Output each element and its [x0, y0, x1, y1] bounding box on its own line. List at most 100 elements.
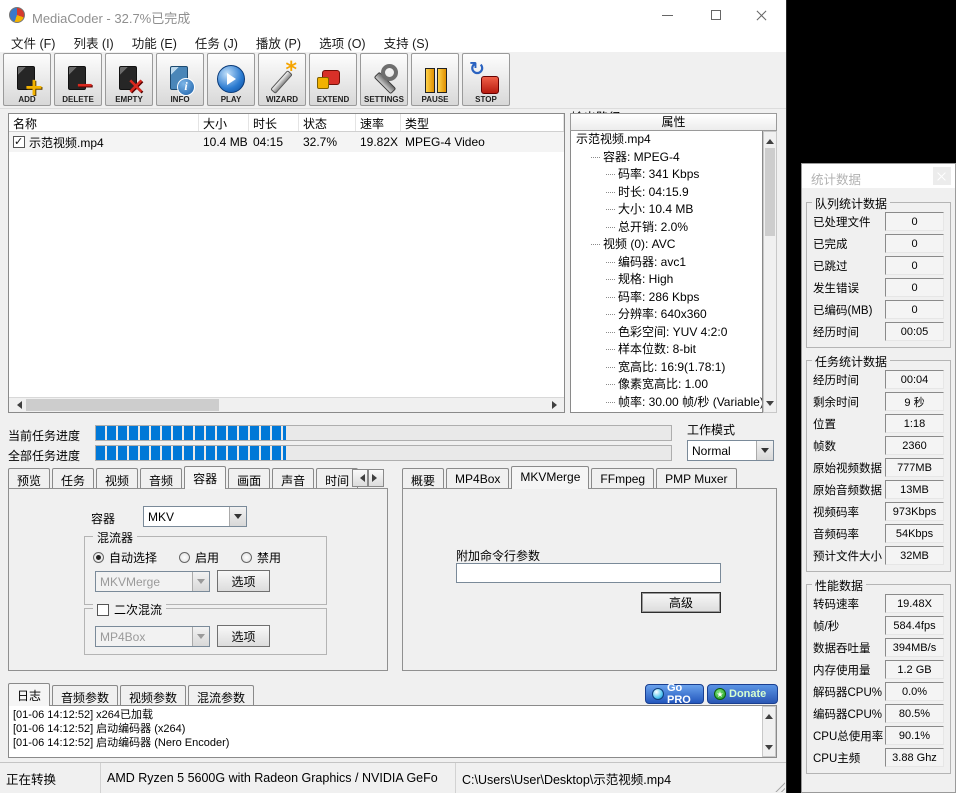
property-tree-item[interactable]: 视频 (0): AVC	[571, 236, 762, 254]
chevron-down-icon[interactable]	[192, 627, 209, 646]
scroll-right-button[interactable]	[548, 398, 564, 412]
remux-options-button[interactable]: 选项	[217, 625, 270, 647]
container-format-select[interactable]: MKV	[143, 506, 247, 527]
scrollbar-thumb[interactable]	[765, 148, 775, 236]
menu-item-4[interactable]: 任务 (J)	[186, 30, 247, 52]
log-tab-4[interactable]: 混流参数	[188, 685, 254, 706]
column-header-2[interactable]: 大小	[199, 114, 249, 131]
toolbar-button-extend[interactable]: EXTEND	[309, 53, 357, 106]
muxer-tab-3[interactable]: MKVMerge	[511, 466, 589, 489]
column-header-4[interactable]: 状态	[299, 114, 356, 131]
remux-select[interactable]: MP4Box	[95, 626, 210, 647]
scroll-down-button[interactable]	[764, 398, 776, 412]
chevron-down-icon[interactable]	[192, 572, 209, 591]
status-state: 正在转换	[0, 763, 100, 793]
property-tree-item[interactable]: 色彩空间: YUV 4:2:0	[571, 324, 762, 342]
menu-item-1[interactable]: 文件 (F)	[2, 30, 64, 52]
chevron-down-icon[interactable]	[229, 507, 246, 526]
chevron-down-icon[interactable]	[756, 441, 773, 460]
settings-tab-5[interactable]: 容器	[184, 466, 226, 489]
tabs-scroll-right-button[interactable]	[368, 469, 384, 487]
remux-checkbox[interactable]	[97, 604, 109, 616]
toolbar-button-add[interactable]: ADD	[3, 53, 51, 106]
statistics-titlebar[interactable]: 统计数据	[802, 164, 955, 188]
menu-item-7[interactable]: 支持 (S)	[375, 30, 438, 52]
vertical-scrollbar[interactable]	[763, 131, 777, 413]
menu-item-6[interactable]: 选项 (O)	[310, 30, 375, 52]
toolbar-button-info[interactable]: INFO	[156, 53, 204, 106]
stat-value: 394MB/s	[885, 638, 944, 657]
column-header-5[interactable]: 速率	[356, 114, 401, 131]
stat-label: 原始视频数据	[813, 460, 882, 476]
table-row[interactable]: 示范视频.mp410.4 MB04:1532.7%19.82XMPEG-4 Vi…	[9, 132, 564, 152]
log-panel[interactable]: [01-06 14:12:52] x264已加载[01-06 14:12:52]…	[8, 705, 777, 758]
property-tree-item[interactable]: 宽高比: 16:9(1.78:1)	[571, 359, 762, 377]
toolbar-button-pause[interactable]: PAUSE	[411, 53, 459, 106]
muxer-mode-radio-3[interactable]: 禁用	[241, 549, 281, 566]
minimize-button[interactable]	[649, 0, 685, 30]
log-tab-2[interactable]: 音频参数	[52, 685, 118, 706]
settings-tab-7[interactable]: 声音	[272, 468, 314, 489]
property-tree-item[interactable]: 分辨率: 640x360	[571, 306, 762, 324]
go-pro-button[interactable]: Go PRO	[645, 684, 704, 704]
property-tree-item[interactable]: 大小: 10.4 MB	[571, 201, 762, 219]
extra-params-input[interactable]	[456, 563, 721, 583]
file-checkbox[interactable]	[13, 136, 25, 148]
property-tree-item[interactable]: 时长: 04:15.9	[571, 184, 762, 202]
toolbar-button-stop[interactable]: STOP	[462, 53, 510, 106]
menu-item-3[interactable]: 功能 (E)	[123, 30, 186, 52]
titlebar[interactable]: MediaCoder - 32.7%已完成	[0, 0, 786, 30]
donate-button[interactable]: ★ Donate	[707, 684, 778, 704]
muxer-tab-5[interactable]: PMP Muxer	[656, 468, 736, 489]
close-button[interactable]	[933, 167, 951, 185]
muxer-tab-4[interactable]: FFmpeg	[591, 468, 654, 489]
property-tree-item[interactable]: 码率: 341 Kbps	[571, 166, 762, 184]
scroll-up-button[interactable]	[763, 707, 775, 721]
muxer-mode-radio-1[interactable]: 自动选择	[93, 549, 157, 566]
settings-tab-1[interactable]: 预览	[8, 468, 50, 489]
property-tree-item[interactable]: 示范视频.mp4	[571, 131, 762, 149]
toolbar-button-play[interactable]: PLAY	[207, 53, 255, 106]
column-header-6[interactable]: 类型	[401, 114, 564, 131]
settings-tab-4[interactable]: 音频	[140, 468, 182, 489]
scrollbar-thumb[interactable]	[26, 399, 219, 411]
toolbar-button-delete[interactable]: DELETE	[54, 53, 102, 106]
settings-tab-6[interactable]: 画面	[228, 468, 270, 489]
muxer-tab-1[interactable]: 概要	[402, 468, 444, 489]
menu-item-5[interactable]: 播放 (P)	[247, 30, 310, 52]
muxer-tab-2[interactable]: MP4Box	[446, 468, 509, 489]
muxer-mode-radio-2[interactable]: 启用	[179, 549, 219, 566]
property-tree-item[interactable]: 扫描: Progressive	[571, 411, 762, 413]
log-tab-3[interactable]: 视频参数	[120, 685, 186, 706]
close-button[interactable]	[744, 0, 780, 30]
property-tree-item[interactable]: 编码器: avc1	[571, 254, 762, 272]
horizontal-scrollbar[interactable]	[9, 397, 564, 412]
column-header-1[interactable]: 名称	[9, 114, 199, 131]
column-header-3[interactable]: 时长	[249, 114, 299, 131]
toolbar-button-label: EXTEND	[317, 95, 349, 104]
property-tree-item[interactable]: 码率: 286 Kbps	[571, 289, 762, 307]
property-tree-item[interactable]: 像素宽高比: 1.00	[571, 376, 762, 394]
property-tree-item[interactable]: 帧率: 30.00 帧/秒 (Variable)	[571, 394, 762, 412]
property-tree-item[interactable]: 规格: High	[571, 271, 762, 289]
scroll-left-button[interactable]	[9, 398, 25, 412]
property-tree-item[interactable]: 样本位数: 8-bit	[571, 341, 762, 359]
workmode-select[interactable]: Normal	[687, 440, 774, 461]
menu-item-2[interactable]: 列表 (I)	[64, 30, 122, 52]
settings-tab-2[interactable]: 任务	[52, 468, 94, 489]
muxer-options-button[interactable]: 选项	[217, 570, 270, 592]
scroll-up-button[interactable]	[764, 132, 776, 146]
property-tree-item[interactable]: 总开销: 2.0%	[571, 219, 762, 237]
toolbar-button-wizard[interactable]: WIZARD	[258, 53, 306, 106]
toolbar-button-settings[interactable]: SETTINGS	[360, 53, 408, 106]
property-tree-item[interactable]: 容器: MPEG-4	[571, 149, 762, 167]
advanced-button[interactable]: 高级	[641, 592, 721, 613]
log-scrollbar[interactable]	[762, 706, 776, 757]
muxer-select[interactable]: MKVMerge	[95, 571, 210, 592]
tabs-scroll-left-button[interactable]	[352, 469, 368, 487]
maximize-button[interactable]	[698, 0, 734, 30]
log-tab-1[interactable]: 日志	[8, 683, 50, 706]
scroll-down-button[interactable]	[763, 742, 775, 756]
toolbar-button-empty[interactable]: EMPTY	[105, 53, 153, 106]
settings-tab-3[interactable]: 视频	[96, 468, 138, 489]
